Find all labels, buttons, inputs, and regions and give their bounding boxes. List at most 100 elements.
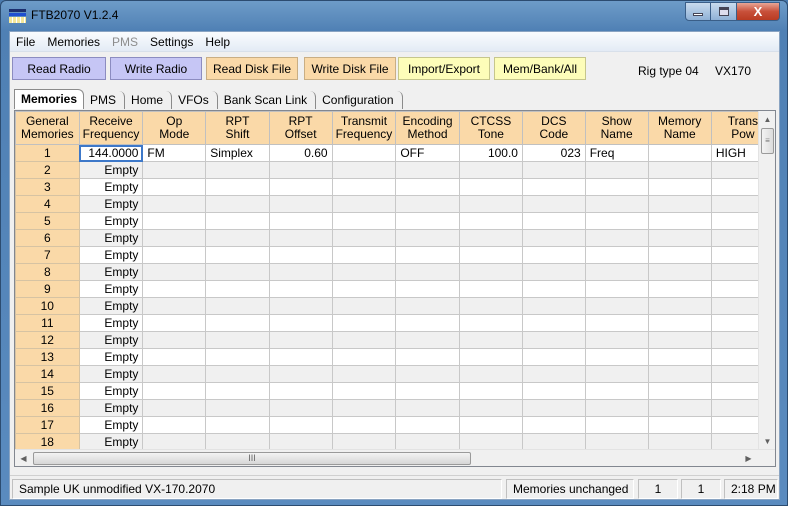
column-header[interactable]: Receive Frequency	[78, 111, 144, 145]
grid-cell[interactable]	[647, 263, 712, 281]
grid-cell[interactable]	[521, 382, 586, 400]
grid-cell[interactable]	[584, 365, 649, 383]
grid-cell[interactable]	[331, 399, 397, 417]
grid-cell[interactable]	[521, 263, 586, 281]
table-row[interactable]: 15 Empty	[15, 382, 775, 400]
grid-cell[interactable]	[331, 314, 397, 332]
grid-cell[interactable]	[142, 416, 207, 434]
grid-cell[interactable]	[142, 433, 207, 451]
row-header[interactable]: 4	[15, 195, 80, 213]
row-header[interactable]: 11	[15, 314, 80, 332]
grid-cell[interactable]	[395, 161, 460, 179]
grid-cell[interactable]	[647, 178, 712, 196]
column-header[interactable]: DCS Code	[521, 111, 586, 145]
grid-cell[interactable]	[331, 382, 397, 400]
grid-cell[interactable]	[647, 229, 712, 247]
grid-cell[interactable]	[268, 195, 333, 213]
grid-cell[interactable]	[521, 280, 586, 298]
grid-cell[interactable]	[331, 348, 397, 366]
grid-cell[interactable]	[142, 161, 207, 179]
grid-cell[interactable]: Empty	[78, 212, 144, 230]
row-header[interactable]: 7	[15, 246, 80, 264]
tab-bank-scan-link[interactable]: Bank Scan Link	[220, 91, 317, 109]
grid-cell[interactable]	[521, 416, 586, 434]
grid-cell[interactable]	[268, 229, 333, 247]
grid-cell[interactable]	[647, 314, 712, 332]
grid-cell[interactable]	[268, 348, 333, 366]
table-row[interactable]: 14 Empty	[15, 365, 775, 383]
close-button[interactable]: X	[737, 2, 780, 21]
scroll-up-icon[interactable]: ▲	[759, 111, 775, 128]
grid-cell[interactable]: FM	[142, 144, 207, 162]
grid-cell[interactable]	[458, 195, 523, 213]
tab-vfos[interactable]: VFOs	[174, 91, 218, 109]
grid-cell[interactable]	[647, 399, 712, 417]
import-export-button[interactable]: Import/Export	[398, 57, 490, 80]
table-row[interactable]: 12 Empty	[15, 331, 775, 349]
tab-pms[interactable]: PMS	[86, 91, 126, 109]
row-header[interactable]: 9	[15, 280, 80, 298]
grid-cell[interactable]	[647, 195, 712, 213]
grid-cell[interactable]	[331, 212, 397, 230]
grid-cell[interactable]: Empty	[78, 399, 144, 417]
grid-cell[interactable]	[331, 416, 397, 434]
row-header[interactable]: 17	[15, 416, 80, 434]
table-row[interactable]: 1 144.0000 FM Simplex 0.60 OFF 100.0 023 Freq HIG…	[15, 144, 775, 162]
grid-cell[interactable]	[205, 263, 270, 281]
grid-cell[interactable]	[331, 229, 397, 247]
grid-cell[interactable]	[521, 297, 586, 315]
grid-cell[interactable]	[268, 178, 333, 196]
grid-cell[interactable]	[205, 348, 270, 366]
grid-cell[interactable]: Freq	[584, 144, 649, 162]
grid-cell[interactable]	[142, 365, 207, 383]
grid-cell[interactable]	[647, 433, 712, 451]
grid-cell[interactable]	[395, 331, 460, 349]
grid-cell[interactable]	[142, 382, 207, 400]
grid-cell[interactable]	[584, 229, 649, 247]
grid-cell[interactable]	[268, 161, 333, 179]
column-header[interactable]: RPT Offset	[268, 111, 333, 145]
column-header[interactable]: RPT Shift	[205, 111, 270, 145]
grid-cell[interactable]	[458, 348, 523, 366]
grid-cell[interactable]: Empty	[78, 416, 144, 434]
grid-cell[interactable]	[205, 195, 270, 213]
row-header[interactable]: 15	[15, 382, 80, 400]
menu-settings[interactable]: Settings	[144, 32, 199, 52]
tab-memories[interactable]: Memories	[14, 89, 85, 109]
grid-cell[interactable]: Empty	[78, 195, 144, 213]
grid-cell[interactable]	[521, 195, 586, 213]
grid-cell[interactable]	[205, 161, 270, 179]
grid-cell[interactable]	[647, 144, 712, 162]
column-header[interactable]: Show Name	[584, 111, 649, 145]
grid-cell[interactable]	[142, 331, 207, 349]
grid-cell[interactable]	[458, 212, 523, 230]
read-disk-file-button[interactable]: Read Disk File	[206, 57, 298, 80]
column-header[interactable]: Transmit Frequency	[331, 111, 397, 145]
grid-cell[interactable]	[205, 314, 270, 332]
grid-cell[interactable]	[458, 280, 523, 298]
column-header[interactable]: Encoding Method	[395, 111, 460, 145]
grid-cell[interactable]	[395, 348, 460, 366]
table-row[interactable]: 8 Empty	[15, 263, 775, 281]
title-bar[interactable]: FTB2070 V1.2.4 X	[1, 1, 787, 30]
tab-configuration[interactable]: Configuration	[318, 91, 403, 109]
grid-cell[interactable]	[142, 229, 207, 247]
grid-cell[interactable]	[584, 195, 649, 213]
grid-cell[interactable]	[268, 365, 333, 383]
scroll-left-icon[interactable]: ◀	[15, 450, 32, 466]
row-header[interactable]: 18	[15, 433, 80, 451]
table-row[interactable]: 2 Empty	[15, 161, 775, 179]
grid-cell[interactable]	[205, 433, 270, 451]
grid-cell[interactable]	[268, 314, 333, 332]
grid-cell[interactable]	[268, 433, 333, 451]
grid-cell[interactable]: Simplex	[205, 144, 270, 162]
column-header[interactable]: General Memories	[15, 111, 80, 145]
grid-cell[interactable]	[331, 365, 397, 383]
row-header[interactable]: 5	[15, 212, 80, 230]
row-header[interactable]: 8	[15, 263, 80, 281]
grid-cell[interactable]	[142, 195, 207, 213]
table-row[interactable]: 16 Empty	[15, 399, 775, 417]
maximize-button[interactable]	[711, 2, 737, 21]
grid-cell[interactable]	[268, 246, 333, 264]
grid-cell[interactable]	[584, 263, 649, 281]
